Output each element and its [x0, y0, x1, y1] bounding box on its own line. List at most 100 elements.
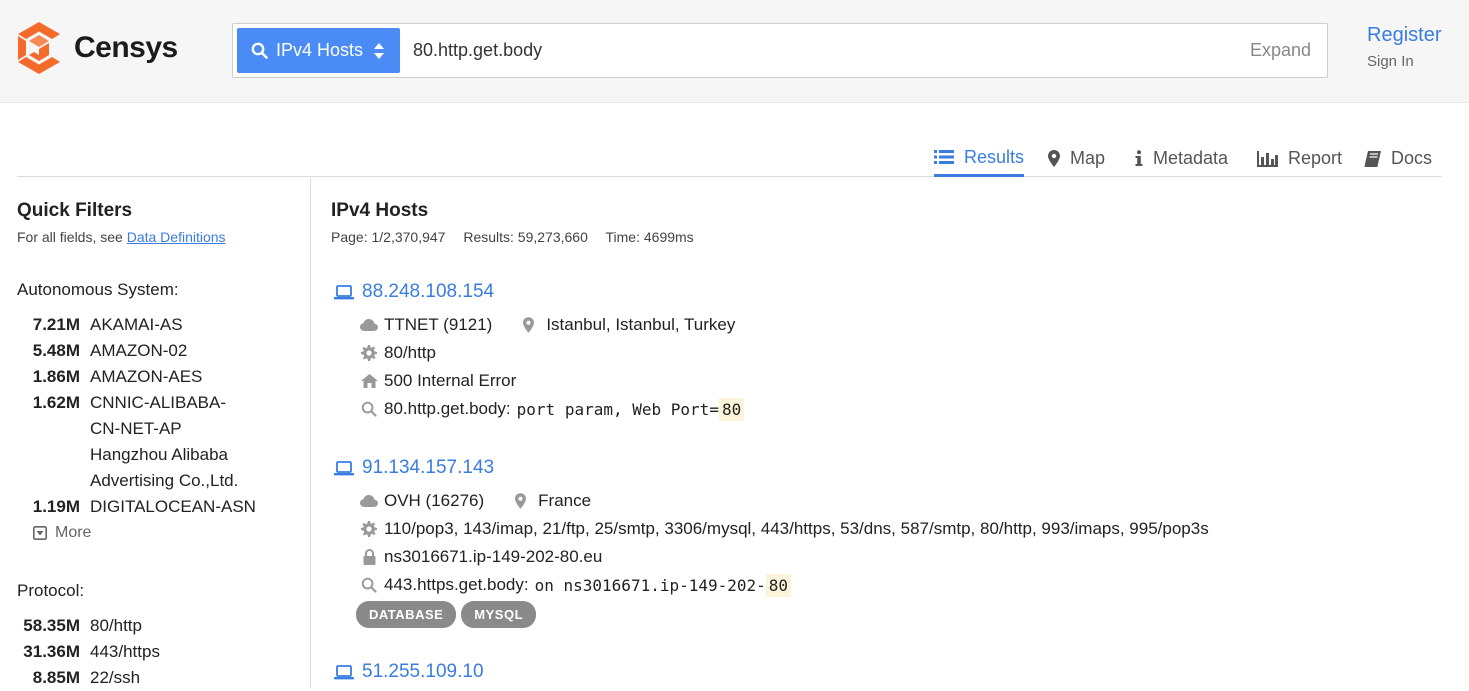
host-ip: 91.134.157.143 [362, 457, 495, 478]
protocols-list[interactable]: 110/pop3, 143/imap, 21/ftp, 25/smtp, 330… [384, 519, 1209, 539]
facet-item[interactable]: 8.85M 22/ssh [17, 665, 302, 691]
facet-count: 8.85M [32, 668, 80, 687]
tab-metadata[interactable]: Metadata [1135, 146, 1228, 177]
facet-count: 1.19M [32, 497, 80, 516]
results-count: Results: 59,273,660 [463, 229, 588, 245]
facet-item[interactable]: 31.36M 443/https [17, 639, 302, 665]
search-bar: IPv4 Hosts Expand [232, 23, 1328, 78]
sort-updown-icon [373, 42, 385, 60]
data-definitions-link[interactable]: Data Definitions [127, 229, 226, 245]
list-icon [934, 149, 954, 165]
sign-in-link[interactable]: Sign In [1367, 53, 1414, 70]
protocols-list[interactable]: 80/http [384, 343, 436, 363]
facet-item[interactable]: 7.21M AKAMAI-AS [17, 312, 302, 338]
tag-database[interactable]: DATABASE [356, 601, 457, 628]
facet-item[interactable]: 58.35M 80/http [17, 613, 302, 639]
host-link[interactable]: 51.255.109.10 [331, 659, 1451, 685]
censys-logo[interactable]: Censys [16, 22, 178, 74]
tab-docs[interactable]: Docs [1364, 146, 1432, 177]
protocols-row: 80/http [359, 339, 1451, 367]
facet-count: 7.21M [32, 315, 80, 334]
facet-name: 22/ssh [90, 668, 141, 687]
facet-item[interactable]: 1.62M CNNIC-ALIBABA-CN-NET-AP Hangzhou A… [17, 390, 302, 494]
match-row: 443.https.get.body: on ns3016671.ip-149-… [359, 571, 1451, 599]
facet-item[interactable]: 1.86M AMAZON-AES [17, 364, 302, 390]
protocol-facet-list: 58.35M 80/http 31.36M 443/https 8.85M 22… [17, 613, 302, 691]
match-snippet: port param, Web Port= 80 [517, 397, 745, 421]
laptop-icon [334, 284, 354, 300]
index-selector-label: IPv4 Hosts [276, 40, 364, 60]
autonomous-system[interactable]: TTNET (9121) [384, 315, 492, 335]
page-title-row: 500 Internal Error [359, 367, 1451, 395]
match-snippet: on ns3016671.ip-149-202- 80 [534, 573, 792, 597]
facet-name: AMAZON-02 [90, 341, 188, 360]
index-selector-button[interactable]: IPv4 Hosts [237, 28, 400, 73]
facet-count: 1.62M [32, 393, 80, 412]
page-counter: Page: 1/2,370,947 [331, 229, 446, 245]
host-ip: 51.255.109.10 [362, 661, 484, 682]
autonomous-system-facet-title: Autonomous System: [17, 280, 179, 299]
gear-icon [359, 521, 379, 537]
host-link[interactable]: 88.248.108.154 [331, 279, 1451, 305]
as-location-row: OVH (16276) France [359, 487, 1451, 515]
facet-name: 443/https [90, 642, 160, 661]
tab-metadata-label: Metadata [1153, 148, 1229, 168]
map-marker-icon [520, 317, 536, 333]
search-icon [359, 401, 379, 417]
censys-logo-icon [18, 22, 60, 74]
quick-filters-subtitle: For all fields, see Data Definitions [17, 229, 226, 245]
location-text[interactable]: Istanbul, Istanbul, Turkey [546, 315, 735, 335]
results-stats: Page: 1/2,370,947 Results: 59,273,660 Ti… [331, 229, 708, 245]
tab-results-label: Results [964, 146, 1025, 167]
tab-map[interactable]: Map [1048, 146, 1105, 177]
result-item: 51.255.109.10 [331, 659, 1451, 685]
http-title: 500 Internal Error [384, 371, 517, 390]
facet-item[interactable]: 1.19M DIGITALOCEAN-ASN [17, 494, 302, 520]
tag-list: DATABASE MYSQL [356, 601, 1451, 628]
location-text[interactable]: France [538, 491, 591, 511]
search-input[interactable] [413, 28, 1233, 73]
facet-name: AKAMAI-AS [90, 315, 183, 334]
facet-name: AMAZON-AES [90, 367, 203, 386]
host-link[interactable]: 91.134.157.143 [331, 455, 1451, 481]
tab-results[interactable]: Results [934, 146, 1025, 177]
autonomous-system[interactable]: OVH (16276) [384, 491, 484, 511]
tab-report[interactable]: Report [1257, 146, 1342, 177]
result-item: 91.134.157.143 OVH (16276) France 110/po… [331, 455, 1451, 628]
top-header: Censys IPv4 Hosts Expand Register Sign I… [0, 0, 1469, 103]
home-icon [359, 374, 379, 388]
host-ip: 88.248.108.154 [362, 281, 495, 302]
facet-name: 80/http [90, 616, 142, 635]
tag-mysql[interactable]: MYSQL [461, 601, 537, 628]
results-title: IPv4 Hosts [331, 200, 429, 221]
facet-count: 31.36M [23, 642, 80, 661]
as-location-row: TTNET (9121) Istanbul, Istanbul, Turkey [359, 311, 1451, 339]
laptop-icon [334, 460, 354, 476]
quick-filters-title: Quick Filters [17, 200, 133, 221]
tab-map-label: Map [1070, 148, 1106, 168]
match-field: 80.http.get.body: [384, 399, 511, 418]
laptop-icon [334, 664, 354, 680]
facet-item[interactable]: 5.48M AMAZON-02 [17, 338, 302, 364]
register-link[interactable]: Register [1367, 24, 1441, 47]
map-marker-icon [512, 493, 528, 509]
autonomous-system-facet-list: 7.21M AKAMAI-AS 5.48M AMAZON-02 1.86M AM… [17, 312, 302, 520]
search-icon [251, 42, 268, 59]
lock-icon [359, 549, 379, 565]
brand-name: Censys [74, 31, 178, 64]
cloud-icon [359, 319, 379, 331]
tab-report-label: Report [1288, 148, 1343, 168]
more-autonomous-system-button[interactable]: More [33, 524, 91, 542]
map-marker-icon [1048, 150, 1060, 167]
match-text: on ns3016671.ip-149-202- [534, 575, 766, 595]
view-tabs: Results Map Metadata Report Docs [17, 140, 1442, 177]
match-highlight: 80 [718, 397, 745, 421]
book-icon [1364, 150, 1381, 167]
facet-count: 58.35M [23, 616, 80, 635]
match-row: 80.http.get.body: port param, Web Port= 8… [359, 395, 1451, 423]
location: Istanbul, Istanbul, Turkey [520, 315, 735, 335]
result-item: 88.248.108.154 TTNET (9121) Istanbul, Is… [331, 279, 1451, 423]
subtitle-text: For all fields, see [17, 229, 123, 245]
cloud-icon [359, 495, 379, 507]
expand-button[interactable]: Expand [1250, 40, 1311, 61]
